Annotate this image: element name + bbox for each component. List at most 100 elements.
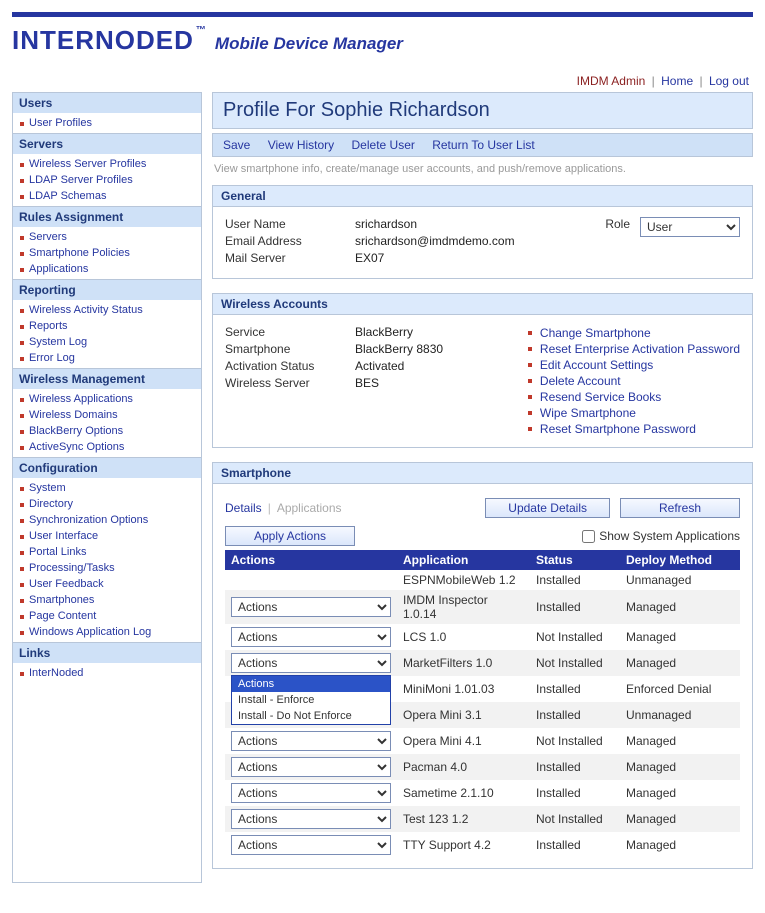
sidebar-item-link[interactable]: Applications xyxy=(29,263,88,275)
sidebar-item[interactable]: Wireless Activity Status xyxy=(13,302,201,318)
delete-user-link[interactable]: Delete User xyxy=(352,138,415,152)
sidebar-item[interactable]: Smartphone Policies xyxy=(13,245,201,261)
sidebar-item[interactable]: ActiveSync Options xyxy=(13,439,201,455)
sidebar-item[interactable]: Processing/Tasks xyxy=(13,560,201,576)
sidebar-item[interactable]: Servers xyxy=(13,229,201,245)
sidebar-item-link[interactable]: Directory xyxy=(29,498,73,510)
role-select[interactable]: User xyxy=(640,217,740,237)
sidebar-item-link[interactable]: Wireless Domains xyxy=(29,409,118,421)
sidebar-item[interactable]: Smartphones xyxy=(13,592,201,608)
wireless-link[interactable]: Change Smartphone xyxy=(540,326,651,340)
sidebar-item-link[interactable]: Reports xyxy=(29,320,68,332)
sidebar-item-link[interactable]: ActiveSync Options xyxy=(29,441,124,453)
wireless-link-item: Reset Smartphone Password xyxy=(526,421,740,437)
sidebar-item[interactable]: Applications xyxy=(13,261,201,277)
actions-option[interactable]: Install - Enforce xyxy=(232,692,390,708)
sidebar-item-link[interactable]: Windows Application Log xyxy=(29,626,151,638)
home-link[interactable]: Home xyxy=(661,74,693,88)
sidebar-item[interactable]: LDAP Schemas xyxy=(13,188,201,204)
wireless-link[interactable]: Wipe Smartphone xyxy=(540,406,636,420)
actions-select[interactable]: Actions xyxy=(231,653,391,673)
actions-option[interactable]: Install - Do Not Enforce xyxy=(232,708,390,724)
sidebar-item[interactable]: InterNoded xyxy=(13,665,201,681)
sidebar-item[interactable]: Wireless Domains xyxy=(13,407,201,423)
table-row: ActionsPacman 4.0InstalledManaged xyxy=(225,754,740,780)
wireless-link[interactable]: Delete Account xyxy=(540,374,621,388)
sidebar-group-header: Configuration xyxy=(13,457,201,478)
sidebar-item-link[interactable]: Wireless Applications xyxy=(29,393,133,405)
sidebar-item[interactable]: User Interface xyxy=(13,528,201,544)
sidebar-item-link[interactable]: BlackBerry Options xyxy=(29,425,123,437)
actions-select[interactable]: Actions xyxy=(231,731,391,751)
table-row: ActionsActionsInstall - EnforceInstall -… xyxy=(225,650,740,676)
sidebar-item-link[interactable]: System xyxy=(29,482,66,494)
save-link[interactable]: Save xyxy=(223,138,250,152)
actions-select[interactable]: Actions xyxy=(231,783,391,803)
sidebar-item[interactable]: Wireless Server Profiles xyxy=(13,156,201,172)
status-cell: Installed xyxy=(530,702,620,728)
deploy-cell: Managed xyxy=(620,832,740,858)
actions-select[interactable]: Actions xyxy=(231,627,391,647)
deploy-cell: Managed xyxy=(620,780,740,806)
return-link[interactable]: Return To User List xyxy=(432,138,535,152)
sidebar-item-link[interactable]: Processing/Tasks xyxy=(29,562,115,574)
deploy-cell: Managed xyxy=(620,754,740,780)
sidebar-item-link[interactable]: Smartphones xyxy=(29,594,94,606)
wireless-link[interactable]: Reset Enterprise Activation Password xyxy=(540,342,740,356)
sidebar-item-link[interactable]: Portal Links xyxy=(29,546,86,558)
tab-applications[interactable]: Applications xyxy=(277,501,342,515)
apply-actions-button[interactable]: Apply Actions xyxy=(225,526,355,546)
sidebar-item[interactable]: System Log xyxy=(13,334,201,350)
status-cell: Installed xyxy=(530,780,620,806)
sidebar-item[interactable]: BlackBerry Options xyxy=(13,423,201,439)
sidebar-item[interactable]: Reports xyxy=(13,318,201,334)
sidebar-item-link[interactable]: Synchronization Options xyxy=(29,514,148,526)
sidebar-item[interactable]: System xyxy=(13,480,201,496)
tab-details[interactable]: Details xyxy=(225,501,262,515)
sidebar-item-link[interactable]: User Profiles xyxy=(29,117,92,129)
deploy-cell: Managed xyxy=(620,650,740,676)
actions-select[interactable]: Actions xyxy=(231,597,391,617)
sidebar-item-link[interactable]: User Feedback xyxy=(29,578,104,590)
actions-select[interactable]: Actions xyxy=(231,757,391,777)
sidebar-item-link[interactable]: InterNoded xyxy=(29,667,83,679)
show-system-apps-row[interactable]: Show System Applications xyxy=(582,529,740,543)
actions-select[interactable]: Actions xyxy=(231,835,391,855)
actions-dropdown-open: ActionsInstall - EnforceInstall - Do Not… xyxy=(231,675,391,725)
sidebar-item[interactable]: Windows Application Log xyxy=(13,624,201,640)
wireless-link[interactable]: Reset Smartphone Password xyxy=(540,422,696,436)
sidebar-item[interactable]: Page Content xyxy=(13,608,201,624)
view-history-link[interactable]: View History xyxy=(268,138,334,152)
sidebar-item[interactable]: Synchronization Options xyxy=(13,512,201,528)
actions-select[interactable]: Actions xyxy=(231,809,391,829)
actions-option[interactable]: Actions xyxy=(232,676,390,692)
sidebar-item-link[interactable]: Smartphone Policies xyxy=(29,247,130,259)
wireless-server-value: BES xyxy=(355,376,496,390)
sidebar-item[interactable]: Portal Links xyxy=(13,544,201,560)
sidebar-item[interactable]: Directory xyxy=(13,496,201,512)
sidebar-item-link[interactable]: Servers xyxy=(29,231,67,243)
app-name-cell: Test 123 1.2 xyxy=(397,806,530,832)
show-system-apps-checkbox[interactable] xyxy=(582,530,595,543)
refresh-button[interactable]: Refresh xyxy=(620,498,740,518)
sidebar-item-link[interactable]: User Interface xyxy=(29,530,98,542)
sidebar-item[interactable]: User Feedback xyxy=(13,576,201,592)
logout-link[interactable]: Log out xyxy=(709,74,749,88)
update-details-button[interactable]: Update Details xyxy=(485,498,610,518)
sidebar-item-link[interactable]: Wireless Activity Status xyxy=(29,304,143,316)
sidebar-item-link[interactable]: Error Log xyxy=(29,352,75,364)
wireless-link[interactable]: Edit Account Settings xyxy=(540,358,653,372)
sidebar-item-link[interactable]: Page Content xyxy=(29,610,96,622)
wireless-link[interactable]: Resend Service Books xyxy=(540,390,661,404)
sidebar-item-link[interactable]: Wireless Server Profiles xyxy=(29,158,146,170)
sidebar-item[interactable]: User Profiles xyxy=(13,115,201,131)
app-name-cell: MarketFilters 1.0 xyxy=(397,650,530,676)
sidebar-item[interactable]: Wireless Applications xyxy=(13,391,201,407)
sidebar-item-link[interactable]: LDAP Schemas xyxy=(29,190,106,202)
sidebar-item-link[interactable]: System Log xyxy=(29,336,87,348)
sidebar-item-link[interactable]: LDAP Server Profiles xyxy=(29,174,133,186)
sidebar-item[interactable]: Error Log xyxy=(13,350,201,366)
deploy-cell: Managed xyxy=(620,624,740,650)
deploy-cell: Managed xyxy=(620,728,740,754)
sidebar-item[interactable]: LDAP Server Profiles xyxy=(13,172,201,188)
